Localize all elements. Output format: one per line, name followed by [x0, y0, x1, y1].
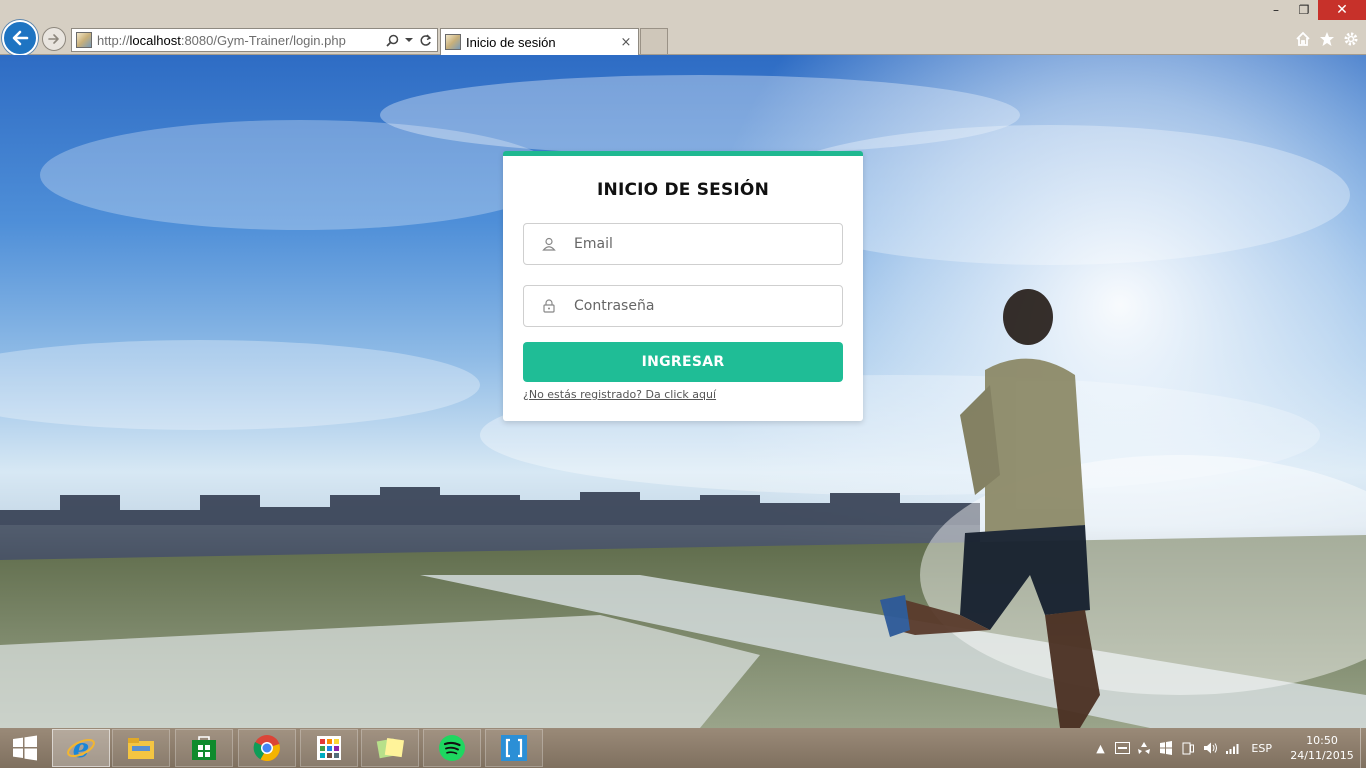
taskbar-chrome[interactable] [238, 729, 296, 767]
login-title: INICIO DE SESIÓN [597, 180, 769, 200]
page-favicon-icon [76, 32, 92, 48]
brackets-icon [501, 735, 527, 761]
page-viewport: INICIO DE SESIÓN INGRESAR ¿No estás regi… [0, 55, 1366, 728]
close-window-icon[interactable]: ✕ [1318, 0, 1366, 20]
show-desktop-button[interactable] [1360, 728, 1366, 768]
system-tray: ▲ ESP 10:50 24/11/2015 [1089, 728, 1366, 768]
ingresar-button[interactable]: INGRESAR [523, 342, 843, 382]
forward-button[interactable] [42, 27, 66, 51]
recycle-icon[interactable] [1133, 728, 1155, 768]
minimize-icon[interactable]: – [1262, 0, 1290, 20]
search-icon[interactable] [386, 34, 399, 47]
lock-icon [524, 299, 574, 313]
email-input[interactable] [574, 236, 842, 252]
tab-close-icon[interactable]: × [618, 35, 634, 50]
internet-explorer-icon: e [67, 734, 95, 763]
address-bar-actions [386, 33, 437, 47]
email-field[interactable] [523, 223, 843, 265]
forward-arrow-icon [48, 34, 59, 44]
taskbar-file-explorer[interactable] [112, 729, 170, 767]
home-icon[interactable] [1294, 30, 1312, 48]
new-tab-button[interactable] [640, 28, 668, 54]
keyboard-icon[interactable] [1111, 728, 1133, 768]
browser-chrome: http://localhost:8080/Gym-Trainer/login.… [0, 0, 1366, 56]
restore-icon[interactable]: ❐ [1290, 0, 1318, 20]
user-icon [524, 237, 574, 251]
input-language[interactable]: ESP [1251, 742, 1272, 755]
dropdown-arrow-icon[interactable] [405, 36, 413, 44]
back-button[interactable] [2, 20, 38, 56]
register-link[interactable]: ¿No estás registrado? Da click aquí [523, 388, 716, 401]
windows-taskbar: e ▲ ESP 10:50 24/11/2015 [0, 728, 1366, 768]
network-signal-icon[interactable] [1221, 728, 1243, 768]
favorites-star-icon[interactable] [1318, 30, 1336, 48]
clock-date: 24/11/2015 [1290, 749, 1354, 762]
sticky-notes-icon [376, 737, 405, 759]
show-hidden-icons-icon[interactable]: ▲ [1089, 728, 1111, 768]
refresh-icon[interactable] [419, 33, 432, 47]
taskbar-apps-grid[interactable] [300, 729, 358, 767]
volume-icon[interactable] [1199, 728, 1221, 768]
chrome-icon [253, 735, 280, 762]
action-center-flag-icon[interactable] [1155, 728, 1177, 768]
tab-title: Inicio de sesión [466, 34, 556, 50]
clock-time: 10:50 [1306, 734, 1338, 747]
start-button[interactable] [0, 728, 50, 768]
settings-gear-icon[interactable] [1342, 30, 1360, 48]
taskbar-brackets[interactable] [485, 729, 543, 767]
taskbar-sticky-notes[interactable] [361, 729, 419, 767]
tab-inicio-de-sesion[interactable]: Inicio de sesión × [440, 28, 639, 55]
taskbar-internet-explorer[interactable]: e [52, 729, 110, 767]
power-battery-icon[interactable] [1177, 728, 1199, 768]
password-input[interactable] [574, 298, 842, 314]
svg-text:e: e [73, 734, 90, 763]
windows-store-icon [192, 736, 216, 760]
address-bar[interactable]: http://localhost:8080/Gym-Trainer/login.… [71, 28, 438, 52]
spotify-icon [439, 735, 465, 761]
login-card: INICIO DE SESIÓN INGRESAR ¿No estás regi… [503, 151, 863, 421]
taskbar-spotify[interactable] [423, 729, 481, 767]
system-clock[interactable]: 10:50 24/11/2015 [1284, 733, 1360, 763]
password-field[interactable] [523, 285, 843, 327]
address-url[interactable]: http://localhost:8080/Gym-Trainer/login.… [97, 33, 386, 48]
file-explorer-icon [128, 738, 154, 759]
taskbar-windows-store[interactable] [175, 729, 233, 767]
back-arrow-icon [12, 30, 29, 46]
apps-grid-icon [317, 736, 341, 760]
windows-logo-icon [13, 735, 37, 761]
tab-favicon-icon [445, 34, 461, 50]
window-controls: – ❐ ✕ [1262, 0, 1366, 20]
browser-tools [1294, 30, 1360, 48]
